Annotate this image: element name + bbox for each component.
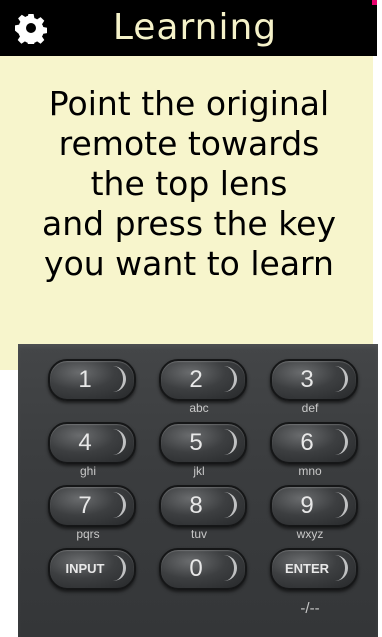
key-label: 4 [78,429,92,456]
key-label: 8 [189,492,203,519]
accent-edge [372,0,377,5]
key-input: INPUT [48,548,136,590]
key-sub-label: ghi [79,464,96,478]
key-enter: ENTER [270,548,358,590]
key-sub-label: jkl [193,464,205,478]
key-label: 3 [300,366,314,393]
key-label: 6 [300,429,314,456]
key-3: 3 [270,359,358,401]
key-label: 5 [189,429,203,456]
key-9: 9 [270,485,358,527]
key-1: 1 [48,359,136,401]
instruction-line: Point the original [48,84,330,123]
header-bar: Learning [0,0,377,56]
instructions-text: Point the original remote towards the to… [14,84,364,284]
page-title: Learning [112,7,278,48]
key-label: 9 [300,492,314,519]
key-sub-label: pqrs [76,527,100,541]
screen: Learning Point the original remote towar… [0,0,378,637]
key-label: INPUT [65,561,105,576]
key-2: 2 [159,359,247,401]
key-label: 0 [189,555,203,582]
key-0: 0 [159,548,247,590]
gear-icon[interactable] [15,12,47,44]
key-label: 2 [189,366,203,393]
key-8: 8 [159,485,247,527]
key-4: 4 [48,422,136,464]
instruction-line: you want to learn [44,244,334,283]
key-6: 6 [270,422,358,464]
key-label: ENTER [284,561,330,576]
key-sub-label: -/-- [300,600,320,617]
remote-keypad-image: 1 2 abc 3 def 4 ghi 5 jkl 6 mno 7 pqrs 8… [18,344,378,637]
key-5: 5 [159,422,247,464]
instruction-line: the top lens [90,164,288,203]
key-sub-label: abc [189,401,209,415]
instructions-panel: Point the original remote towards the to… [0,56,373,370]
key-sub-label: mno [298,464,322,478]
instruction-line: remote towards [58,124,320,163]
key-sub-label: def [301,401,319,415]
key-7: 7 [48,485,136,527]
instruction-line: and press the key [42,204,336,243]
key-sub-label: wxyz [296,527,324,541]
key-label: 7 [78,492,92,519]
key-sub-label: tuv [190,527,207,541]
key-label: 1 [78,366,92,393]
